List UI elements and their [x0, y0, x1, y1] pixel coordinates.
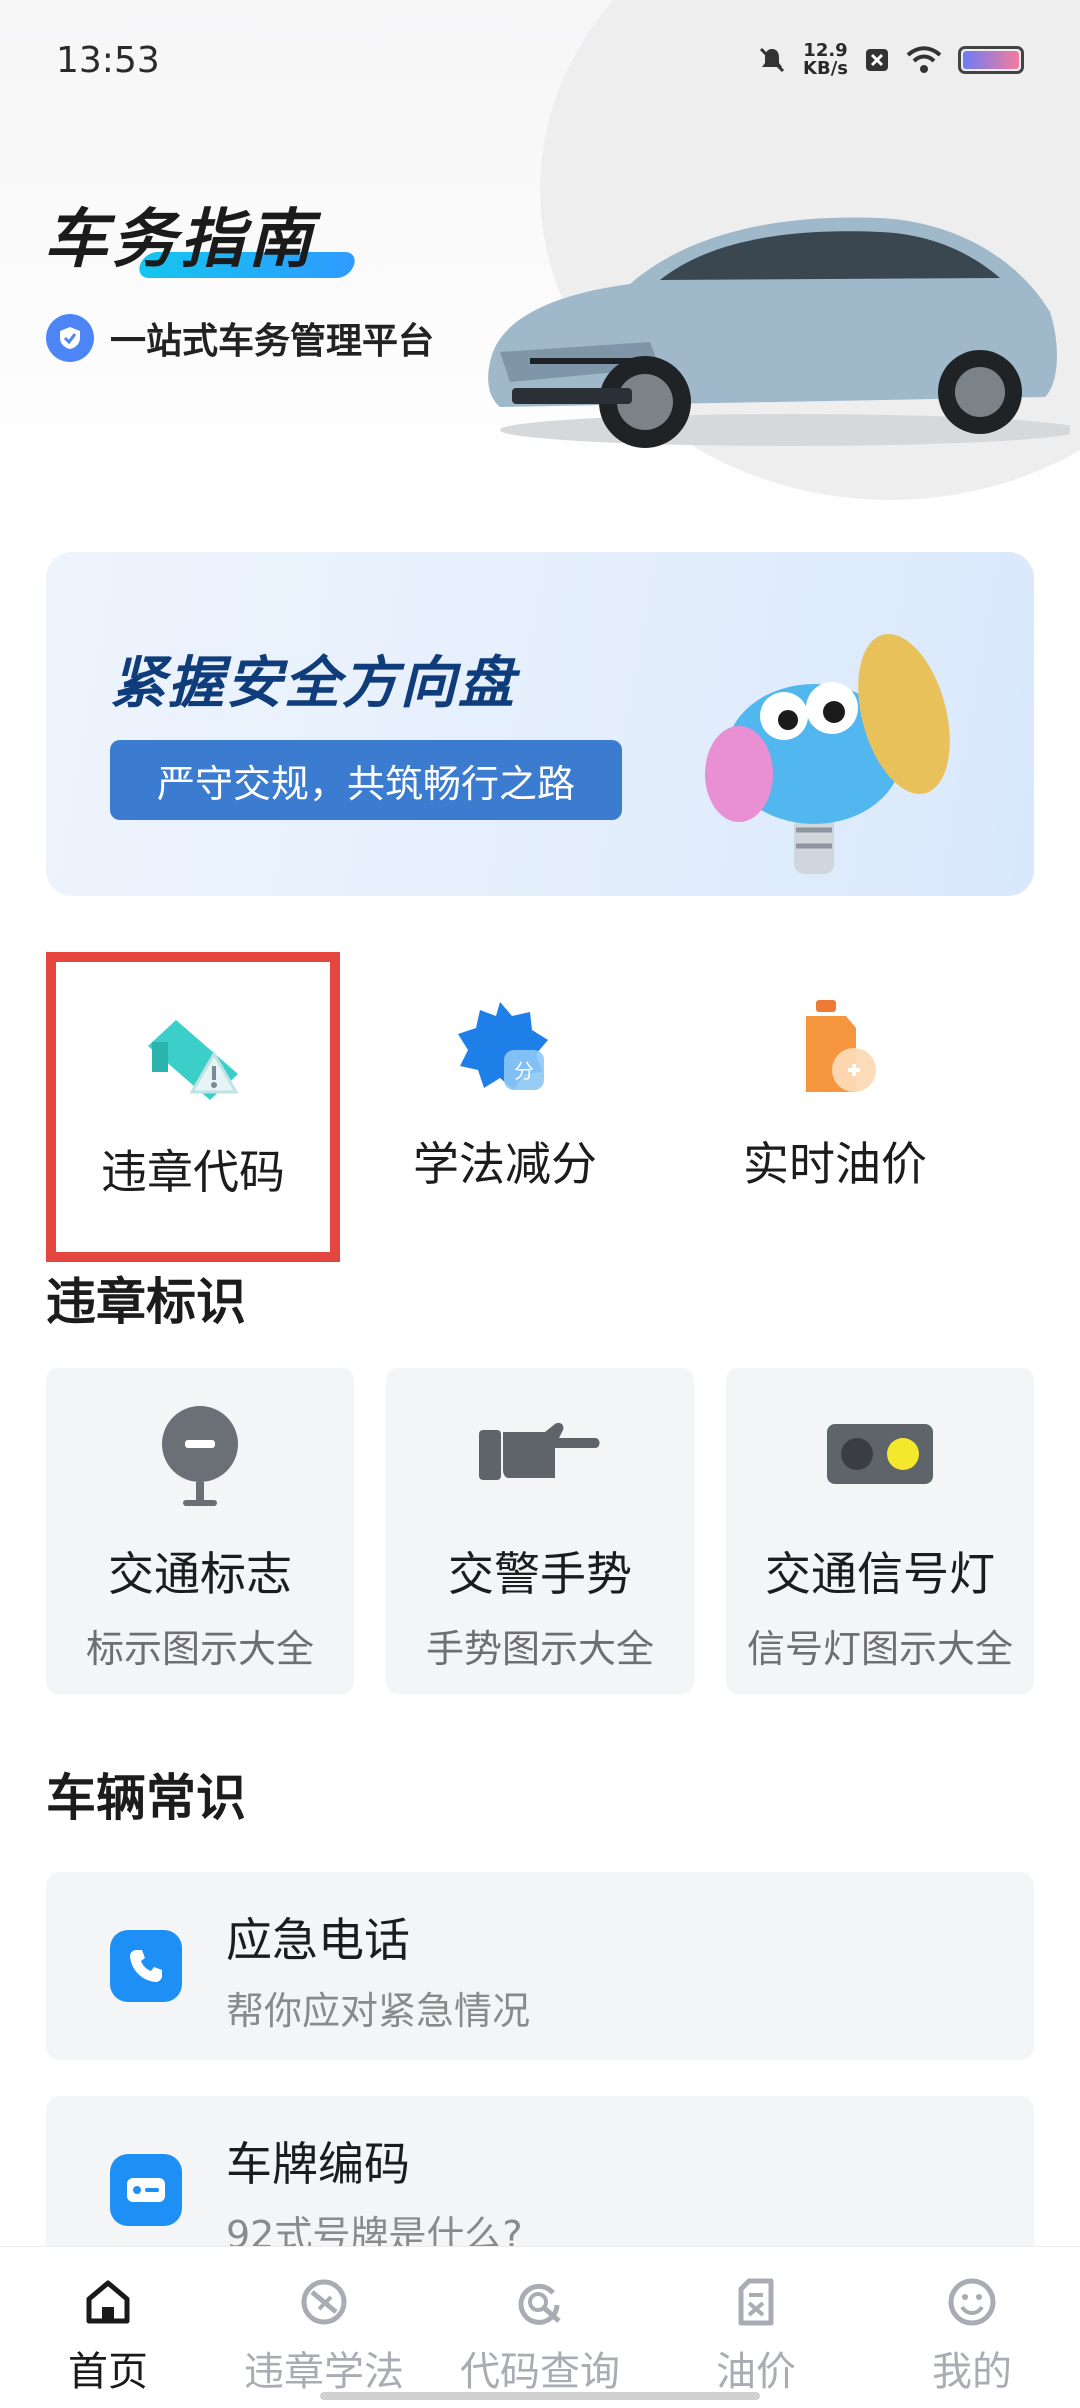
tool-label: 违章代码	[101, 1145, 285, 1199]
mute-icon	[759, 47, 785, 73]
banner-title: 紧握安全方向盘	[110, 651, 516, 716]
list-item-emergency-phone[interactable]: 应急电话 帮你应对紧急情况	[46, 1872, 1034, 2060]
tab-study[interactable]: 违章学法	[216, 2247, 432, 2408]
mascot-illustration	[705, 634, 950, 874]
status-time: 13:53	[56, 39, 160, 81]
promo-banner[interactable]: 紧握安全方向盘 严守交规，共筑畅行之路	[46, 552, 1034, 896]
brand-subtitle-row: 一站式车务管理平台	[46, 312, 434, 364]
status-icons: 12.9 KB/s	[757, 42, 1024, 78]
tab-code-search[interactable]: 代码查询	[432, 2247, 648, 2408]
list-item-title: 车牌编码	[226, 2137, 410, 2191]
battery-icon	[958, 46, 1024, 74]
tab-home[interactable]: 首页	[0, 2247, 216, 2408]
tool-study-points[interactable]: 分 学法减分	[340, 960, 670, 1260]
tab-profile[interactable]: 我的	[864, 2247, 1080, 2408]
section-title-vehicle-knowledge: 车辆常识	[46, 1769, 246, 1827]
network-speed: 12.9 KB/s	[803, 40, 848, 79]
tool-label: 学法减分	[413, 1137, 597, 1191]
list-item-subtitle: 帮你应对紧急情况	[226, 1989, 531, 2033]
card-hand-gesture[interactable]: 交警手势 手势图示大全	[386, 1368, 694, 1694]
hand-gesture-icon	[479, 1422, 600, 1480]
study-icon	[301, 2279, 347, 2325]
close-box-icon	[866, 49, 888, 71]
quick-tools: 违章代码 分 学法减分 实时油价	[46, 952, 1034, 1262]
violation-code-icon	[148, 1020, 239, 1100]
card-title: 交通信号灯	[765, 1547, 995, 1601]
card-title: 交通标志	[108, 1547, 292, 1601]
card-subtitle: 手势图示大全	[425, 1627, 654, 1671]
phone-icon	[110, 1930, 182, 2002]
brand-subtitle: 一站式车务管理平台	[110, 321, 435, 362]
fuel-price-icon	[806, 1000, 876, 1092]
brand-title: 车务指南	[44, 203, 316, 277]
home-icon	[86, 2280, 130, 2324]
tab-label: 代码查询	[460, 2349, 620, 2395]
list-item-title: 应急电话	[226, 1913, 410, 1967]
traffic-sign-icon	[162, 1406, 238, 1506]
home-indicator	[320, 2392, 760, 2400]
fuel-icon	[738, 2278, 774, 2326]
tool-violation-code[interactable]: 违章代码	[46, 952, 340, 1262]
car-image	[488, 217, 1070, 448]
study-points-icon: 分	[458, 1002, 548, 1090]
card-traffic-light[interactable]: 交通信号灯 信号灯图示大全	[726, 1368, 1034, 1694]
status-bar: 13:53 12.9 KB/s	[0, 0, 1080, 120]
svg-text:分: 分	[514, 1059, 534, 1083]
profile-icon	[948, 2278, 996, 2326]
violation-sign-cards: 交通标志 标示图示大全 交警手势 手势图示大全 交通信号灯 信号灯图示大全	[46, 1368, 1034, 1694]
tab-label: 首页	[68, 2349, 148, 2395]
tab-label: 油价	[716, 2349, 796, 2395]
wifi-icon	[906, 46, 942, 73]
card-subtitle: 信号灯图示大全	[746, 1627, 1013, 1671]
tool-label: 实时油价	[743, 1137, 927, 1191]
verified-shield-icon	[46, 314, 94, 362]
license-plate-icon	[110, 2154, 182, 2226]
card-traffic-sign[interactable]: 交通标志 标示图示大全	[46, 1368, 354, 1694]
tab-label: 我的	[932, 2349, 1012, 2395]
banner-tagline: 严守交规，共筑畅行之路	[110, 740, 622, 820]
card-title: 交警手势	[448, 1547, 632, 1601]
traffic-light-icon	[827, 1424, 933, 1484]
card-subtitle: 标示图示大全	[85, 1627, 314, 1671]
tab-label: 违章学法	[244, 2349, 404, 2395]
section-title-violation-signs: 违章标识	[46, 1273, 246, 1331]
bottom-tab-bar: 首页 违章学法 代码查询 油价 我的	[0, 2246, 1080, 2408]
code-search-icon	[518, 2283, 561, 2325]
tab-fuel[interactable]: 油价	[648, 2247, 864, 2408]
tool-fuel-price[interactable]: 实时油价	[670, 960, 1000, 1260]
